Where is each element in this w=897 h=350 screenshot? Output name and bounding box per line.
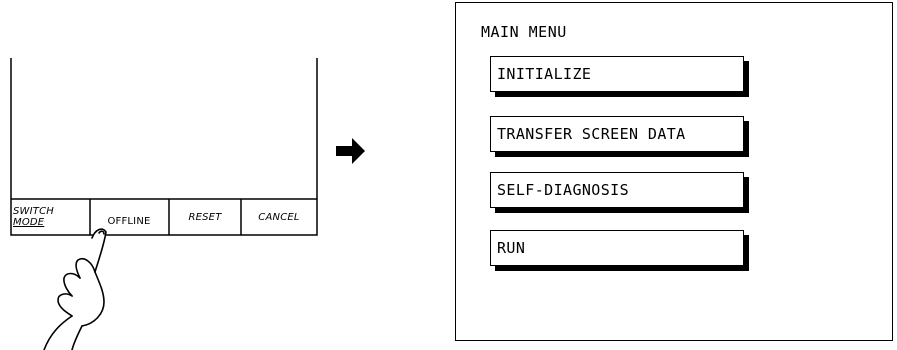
initialize-button[interactable]: INITIALIZE — [490, 56, 744, 92]
transfer-screen-data-label: TRANSFER SCREEN DATA — [497, 125, 686, 143]
self-diagnosis-button[interactable]: SELF-DIAGNOSIS — [490, 172, 744, 208]
run-button[interactable]: RUN — [490, 230, 744, 266]
initialize-label: INITIALIZE — [497, 65, 592, 83]
menu-title: MAIN MENU — [481, 23, 567, 41]
main-menu-screen: MAIN MENU INITIALIZE TRANSFER SCREEN DAT… — [455, 2, 893, 341]
run-label: RUN — [497, 239, 526, 257]
transfer-screen-data-button[interactable]: TRANSFER SCREEN DATA — [490, 116, 744, 152]
device-panel: SWITCH MODE OFFLINE RESET CANCEL — [0, 0, 330, 350]
self-diagnosis-label: SELF-DIAGNOSIS — [497, 181, 630, 199]
right-arrow-icon — [336, 138, 365, 164]
pointing-hand-icon — [43, 228, 107, 350]
